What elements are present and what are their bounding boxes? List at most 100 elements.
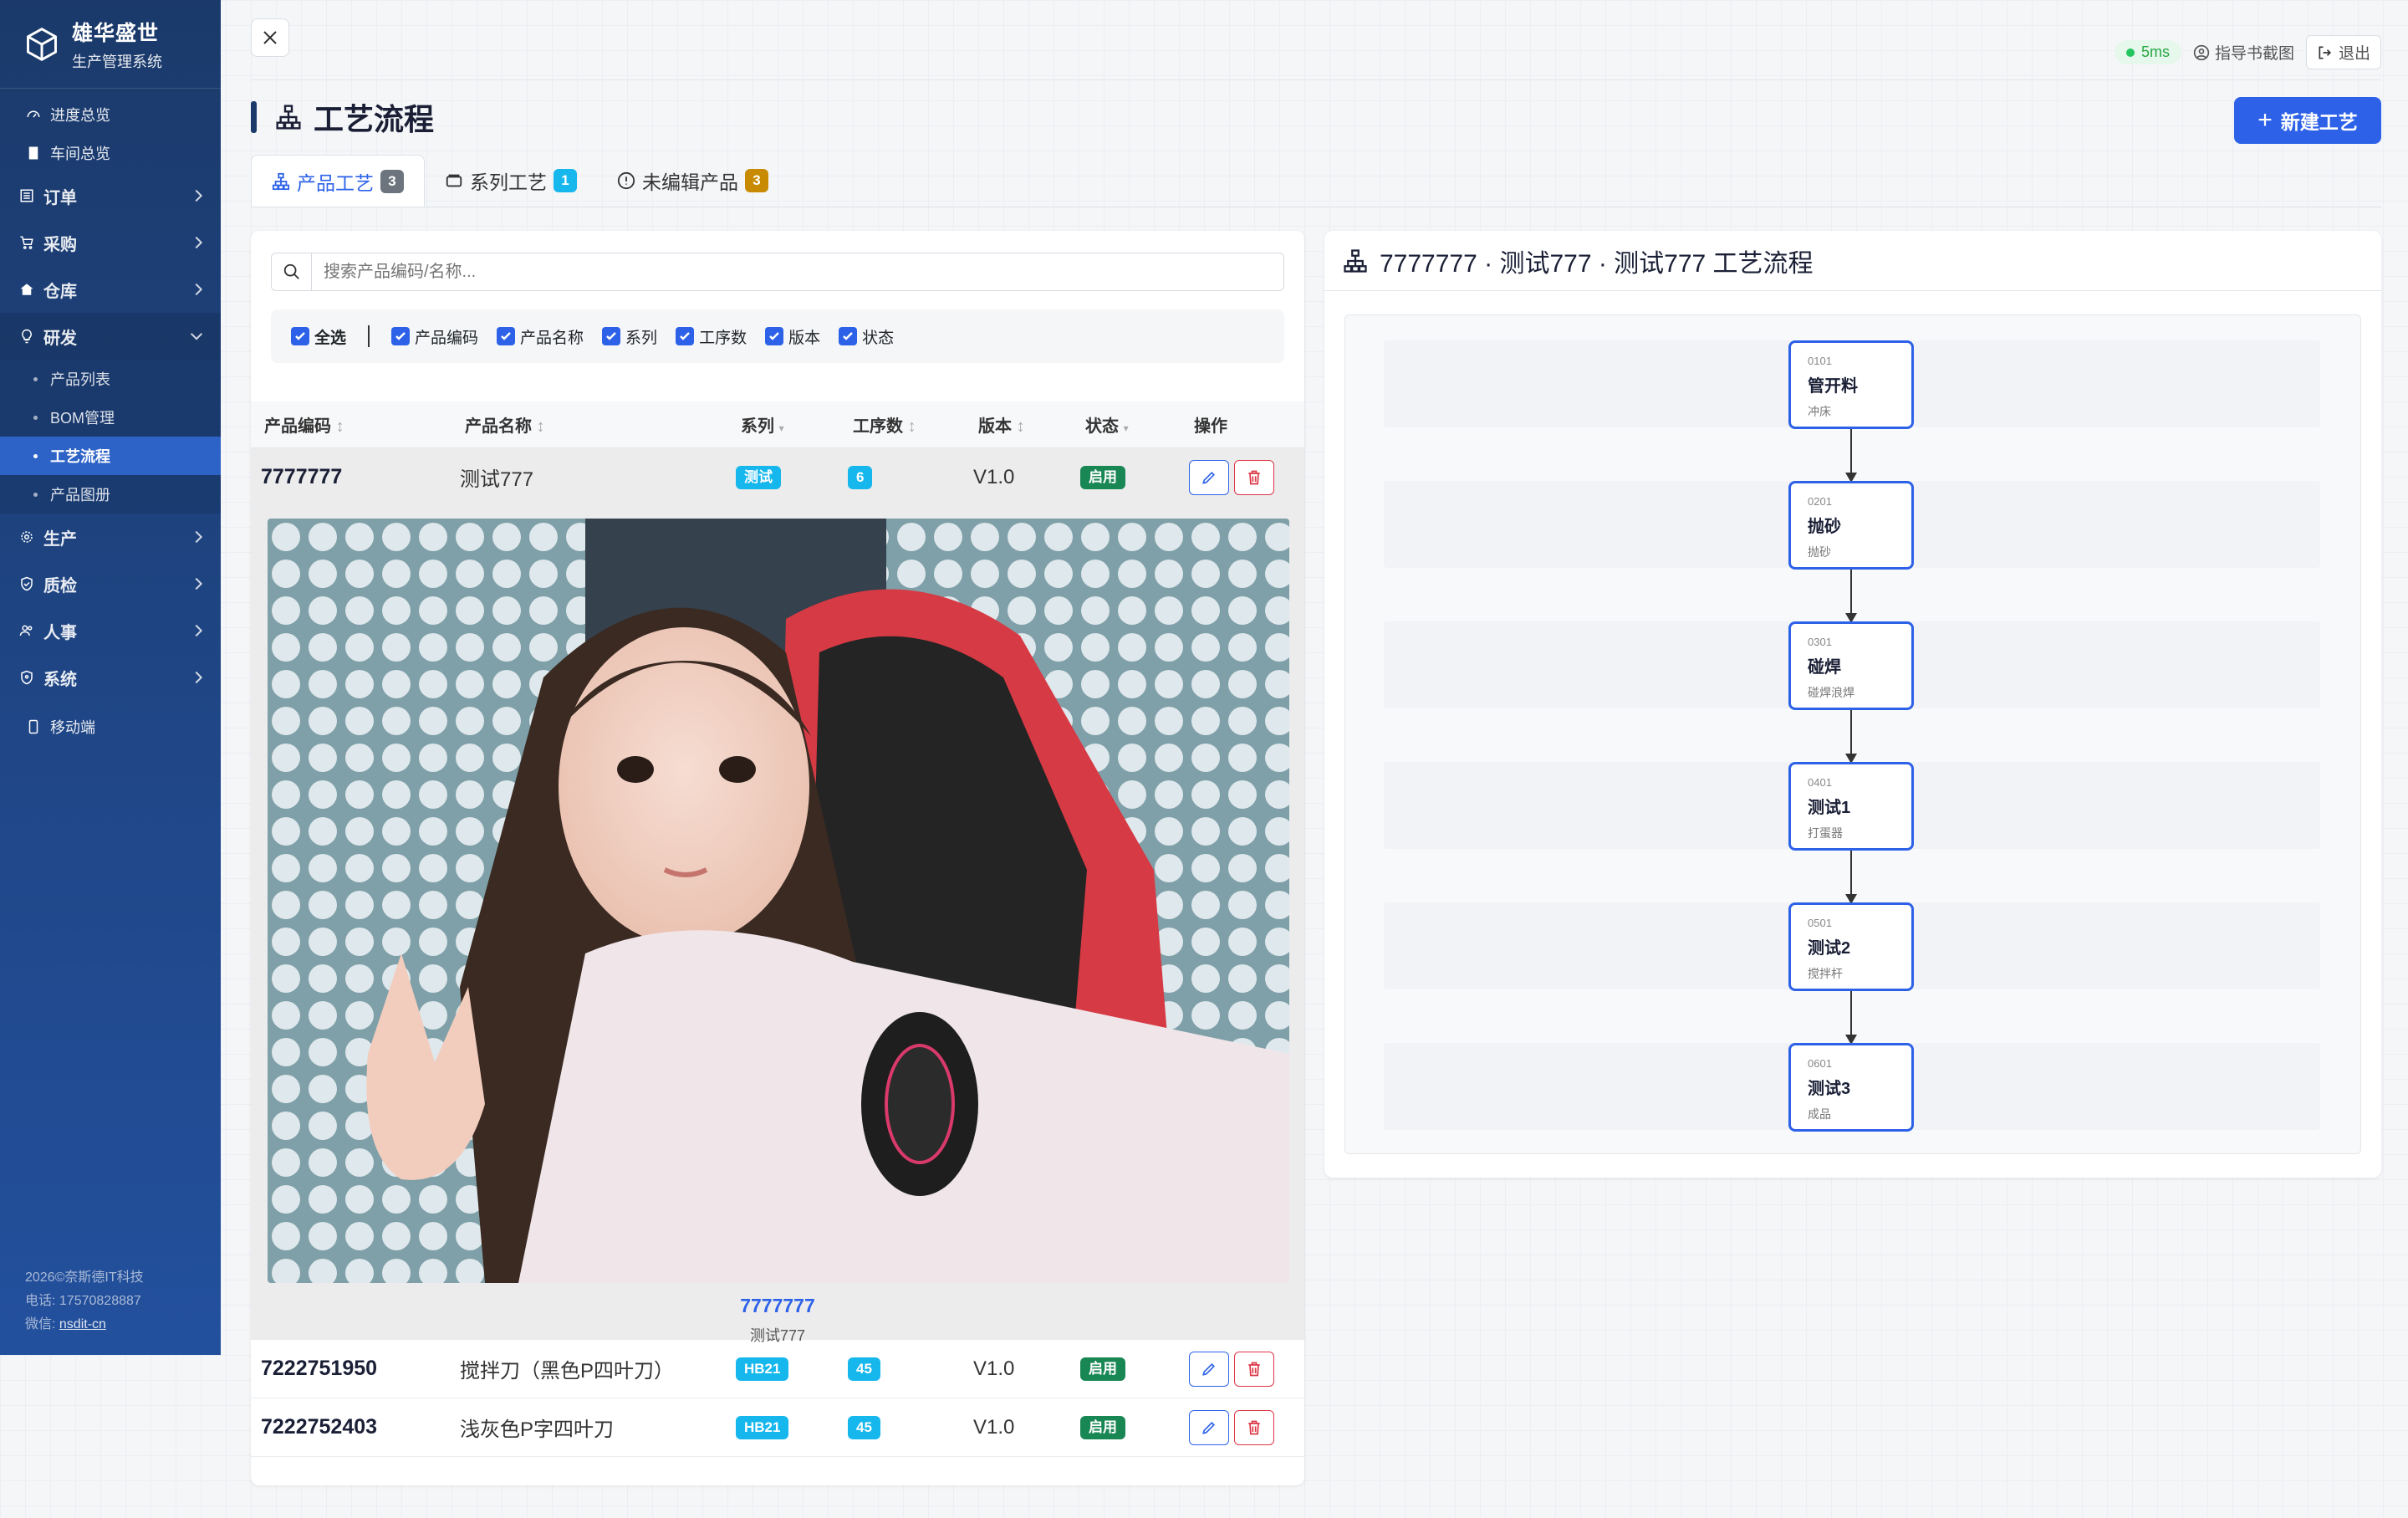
- filter-version[interactable]: 版本: [765, 325, 820, 348]
- col-header-actions: 操作: [1194, 417, 1227, 436]
- page-header: 工艺流程 + 新建工艺: [251, 80, 2381, 154]
- flow-node[interactable]: 0301 碰焊 碰焊浪焊: [1788, 621, 1914, 710]
- sidebar-item-label: 人事: [43, 623, 77, 642]
- tab-series-process[interactable]: 系列工艺 1: [425, 155, 597, 207]
- flow-node[interactable]: 0101 管开料 冲床: [1788, 340, 1914, 429]
- logout-label: 退出: [2338, 45, 2370, 63]
- checkbox-checked-icon: [391, 327, 411, 345]
- sidebar-item-hr[interactable]: 人事: [0, 607, 221, 654]
- row-code: 7222752403: [261, 1415, 378, 1439]
- edit-button[interactable]: [1189, 1409, 1229, 1445]
- filter-series[interactable]: 系列: [602, 325, 657, 348]
- logout-icon: [2319, 46, 2331, 59]
- new-process-button[interactable]: + 新建工艺: [2234, 97, 2381, 144]
- sitemap-icon: [1344, 248, 1367, 273]
- status-badge: 启用: [1080, 1357, 1125, 1381]
- col-header-version[interactable]: 版本 ↕: [978, 412, 1025, 437]
- lightbulb-icon: [18, 328, 35, 345]
- col-header-code[interactable]: 产品编码 ↕: [264, 412, 344, 437]
- tab-bar: 产品工艺 3 系列工艺 1 未编辑产品 3: [251, 154, 2381, 207]
- node-code: 0201: [1808, 495, 1832, 508]
- guide-link[interactable]: 指导书截图: [2193, 41, 2294, 64]
- filter-product-name[interactable]: 产品名称: [497, 325, 584, 348]
- sidebar-subitem-product-list[interactable]: 产品列表: [0, 360, 221, 398]
- brand[interactable]: 雄华盛世 生产管理系统: [0, 0, 221, 89]
- sidebar-item-overview[interactable]: 进度总览: [0, 95, 221, 134]
- filter-steps[interactable]: 工序数: [676, 325, 747, 348]
- sidebar-item-orders[interactable]: 订单: [0, 172, 221, 219]
- flow-header: 7777777 · 测试777 · 测试777 工艺流程: [1324, 231, 2381, 291]
- steps-badge: 6: [848, 465, 873, 489]
- row-code: 7222751950: [261, 1357, 378, 1380]
- steps-badge: 45: [848, 1357, 880, 1381]
- chevron-right-icon: [190, 577, 203, 590]
- filter-product-code[interactable]: 产品编码: [391, 325, 478, 348]
- sidebar-item-production[interactable]: 生产: [0, 514, 221, 560]
- table-row[interactable]: 7222752403 浅灰色P字四叶刀 HB21 45 V1.0 启用: [251, 1398, 1304, 1457]
- table-header: 产品编码 ↕ 产品名称 ↕ 系列 ▾ 工序数 ↕ 版本 ↕ 状态 ▾ 操作: [251, 401, 1304, 448]
- house-icon: [18, 281, 35, 298]
- sidebar-item-system[interactable]: 系统: [0, 654, 221, 701]
- delete-button[interactable]: [1234, 1351, 1274, 1387]
- sidebar-item-rd[interactable]: 研发: [0, 313, 221, 360]
- process-flow-card: 7777777 · 测试777 · 测试777 工艺流程 0101 管开料 冲床 0…: [1324, 231, 2381, 1178]
- filter-select-all[interactable]: 全选: [291, 325, 346, 348]
- search-input[interactable]: [312, 262, 1283, 282]
- flow-arrow-icon: [1845, 710, 1857, 764]
- flow-node[interactable]: 0501 测试2 搅拌杆: [1788, 902, 1914, 991]
- product-image[interactable]: [268, 519, 1289, 1283]
- row-name: 测试777: [460, 468, 534, 491]
- row-code: 7777777: [261, 465, 343, 488]
- flow-node[interactable]: 0201 抛砂 抛砂: [1788, 481, 1914, 570]
- node-code: 0401: [1808, 776, 1832, 789]
- sidebar-subitem-process-flow[interactable]: 工艺流程: [0, 437, 221, 475]
- flow-canvas: 0101 管开料 冲床 0201 抛砂 抛砂 0301 碰焊 碰焊浪焊 0401 测试1 打蛋器…: [1344, 314, 2361, 1154]
- sidebar-item-purchase[interactable]: 采购: [0, 219, 221, 266]
- shield-check-icon: [18, 575, 35, 592]
- guide-label: 指导书截图: [2214, 45, 2294, 63]
- flow-node[interactable]: 0401 测试1 打蛋器: [1788, 762, 1914, 851]
- edit-button[interactable]: [1189, 1351, 1229, 1387]
- sidebar-item-qc[interactable]: 质检: [0, 560, 221, 607]
- flow-node[interactable]: 0601 测试3 成品: [1788, 1043, 1914, 1132]
- phone-number: 17570828887: [59, 1294, 141, 1308]
- sidebar-item-label: 仓库: [43, 282, 77, 301]
- filter-label: 状态: [862, 329, 895, 347]
- node-equipment: 成品: [1808, 1107, 1831, 1121]
- sidebar-item-mobile[interactable]: 移动端: [0, 708, 221, 746]
- preview-code[interactable]: 7777777: [251, 1295, 1304, 1317]
- node-code: 0601: [1808, 1057, 1832, 1070]
- sidebar-item-label: 研发: [43, 329, 77, 348]
- table-row[interactable]: 7222751950 搅拌刀（黑色P四叶刀） HB21 45 V1.0 启用: [251, 1340, 1304, 1398]
- users-icon: [18, 622, 35, 639]
- col-header-steps[interactable]: 工序数 ↕: [853, 412, 916, 437]
- tab-product-process[interactable]: 产品工艺 3: [251, 155, 425, 207]
- tab-count-badge: 1: [554, 169, 577, 192]
- sort-icon: ↕: [536, 417, 545, 436]
- delete-button[interactable]: [1234, 1409, 1274, 1445]
- table-row[interactable]: 7777777 测试777 测试 6 V1.0 启用: [251, 448, 1304, 507]
- cube-logo-icon: [27, 27, 57, 61]
- wechat-link[interactable]: nsdit-cn: [59, 1317, 106, 1331]
- column-filters: 全选 产品编码 产品名称 系列 工序数 版本 状态: [271, 309, 1284, 363]
- logout-button[interactable]: 退出: [2305, 35, 2381, 69]
- close-button[interactable]: [251, 18, 289, 57]
- shield-icon: [18, 669, 35, 686]
- sidebar-subitem-bom[interactable]: BOM管理: [0, 398, 221, 437]
- phone-icon: [25, 718, 42, 735]
- sidebar-item-warehouse[interactable]: 仓库: [0, 266, 221, 313]
- filter-status[interactable]: 状态: [839, 325, 894, 348]
- sort-icon: ↕: [1016, 417, 1025, 436]
- tab-unedited-products[interactable]: 未编辑产品 3: [597, 155, 788, 207]
- col-header-status[interactable]: 状态 ▾: [1085, 412, 1129, 437]
- page-title: 工艺流程: [314, 102, 435, 136]
- sidebar-item-workshop[interactable]: 车间总览: [0, 134, 221, 172]
- delete-button[interactable]: [1234, 459, 1274, 495]
- checkbox-checked-icon: [602, 327, 621, 345]
- topbar-actions: 5ms 指导书截图 退出: [2114, 35, 2381, 69]
- col-header-series[interactable]: 系列 ▾: [741, 412, 784, 437]
- edit-button[interactable]: [1189, 459, 1229, 495]
- sidebar-subitem-catalog[interactable]: 产品图册: [0, 475, 221, 514]
- col-header-name[interactable]: 产品名称 ↕: [465, 412, 545, 437]
